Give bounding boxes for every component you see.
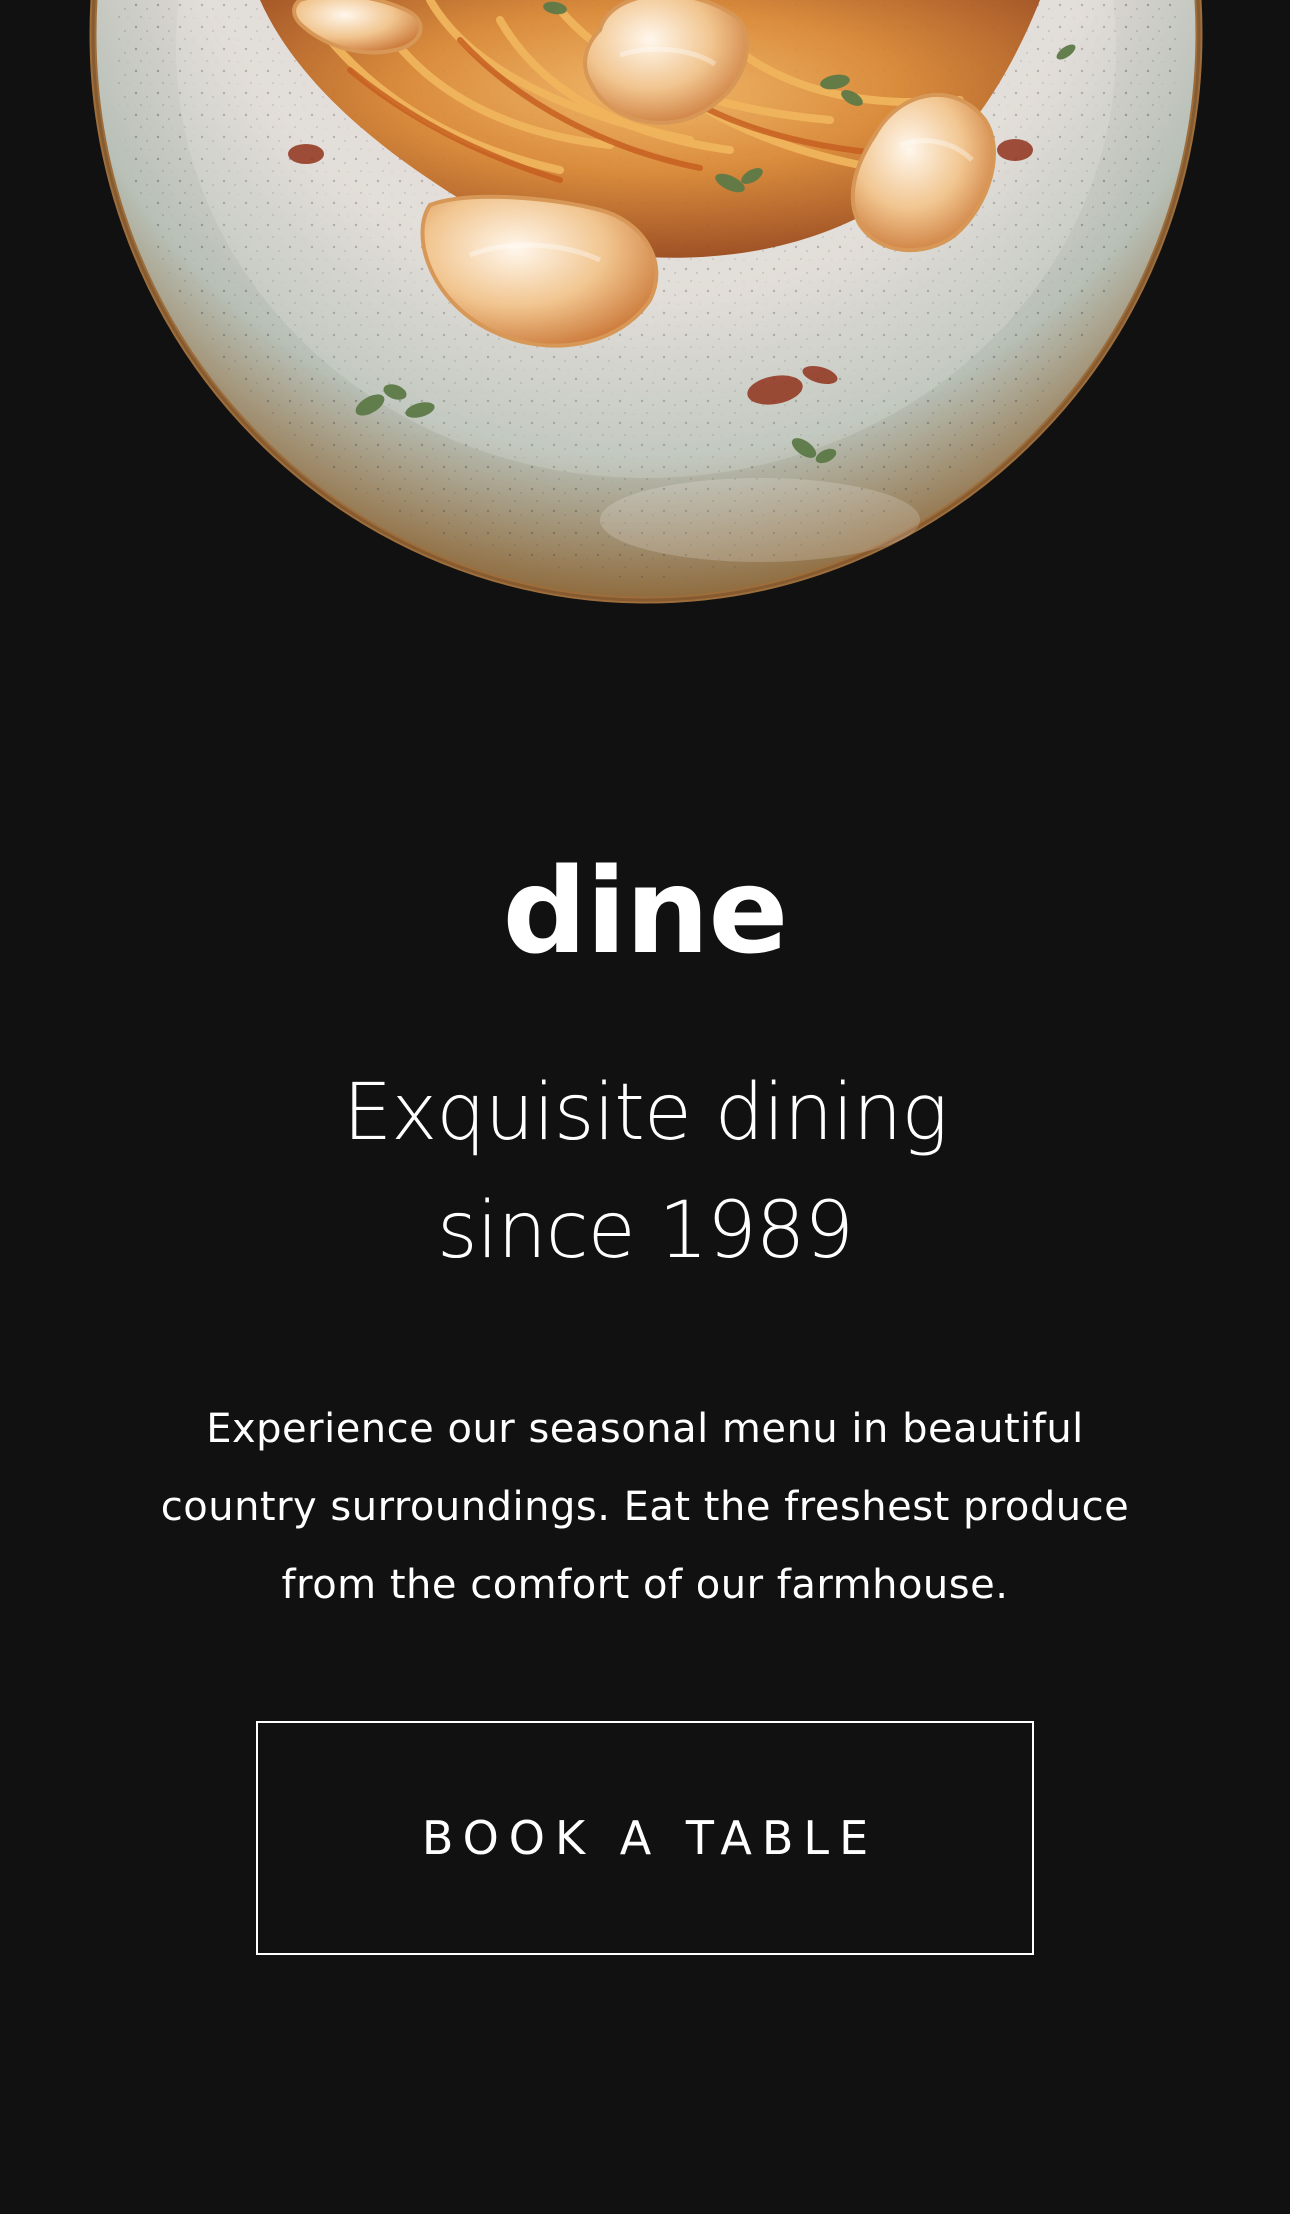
description-line-3: from the comfort of our farmhouse. bbox=[281, 1562, 1009, 1608]
hero-headline: Exquisite dining since 1989 bbox=[120, 1054, 1170, 1290]
brand-logo[interactable]: dine bbox=[0, 852, 1290, 970]
hero-description: Experience our seasonal menu in beautifu… bbox=[150, 1390, 1140, 1624]
book-a-table-button[interactable]: BOOK A TABLE bbox=[256, 1721, 1034, 1955]
description-line-1: Experience our seasonal menu in beautifu… bbox=[206, 1406, 1084, 1452]
hero-plate-image bbox=[0, 0, 1290, 620]
headline-line-1: Exquisite dining bbox=[342, 1068, 948, 1158]
headline-line-2: since 1989 bbox=[437, 1186, 854, 1276]
description-line-2: country surroundings. Eat the freshest p… bbox=[160, 1484, 1130, 1530]
